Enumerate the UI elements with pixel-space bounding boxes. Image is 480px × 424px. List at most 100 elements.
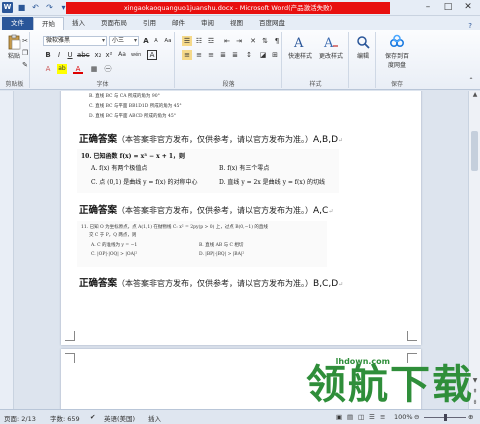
grow-font-button[interactable]: A bbox=[141, 36, 151, 46]
tab-page-layout[interactable]: 页面布局 bbox=[93, 17, 135, 30]
language-indicator[interactable]: 英语(美国) bbox=[104, 413, 135, 423]
editing-button[interactable]: 编辑 bbox=[352, 34, 374, 60]
baidu-netdisk-icon bbox=[389, 34, 405, 48]
font-name-combo[interactable]: 微软雅黑 bbox=[43, 36, 107, 46]
margin-corner bbox=[65, 331, 75, 341]
window-controls: – □ ✕ bbox=[418, 1, 478, 14]
draft-icon[interactable]: ≡ bbox=[380, 413, 385, 421]
window-title: xingaokaoquanguo1juanshu.docx - Microsof… bbox=[66, 2, 390, 14]
align-center-icon[interactable]: ≡ bbox=[194, 50, 204, 60]
decrease-indent-icon[interactable]: ⇤ bbox=[222, 36, 232, 46]
align-right-icon[interactable]: ≡ bbox=[206, 50, 216, 60]
ribbon-tabs: 文件 开始 插入 页面布局 引用 邮件 审阅 视图 百度网盘 ? bbox=[0, 16, 480, 30]
collapse-ribbon-icon[interactable]: ⌃ bbox=[466, 76, 476, 86]
clear-format-button[interactable]: Aa bbox=[117, 50, 127, 60]
question-option: A. f(x) 有两个极值点 bbox=[91, 165, 148, 172]
tab-references[interactable]: 引用 bbox=[135, 17, 164, 30]
multilevel-list-icon[interactable]: ☲ bbox=[206, 36, 216, 46]
tab-mailings[interactable]: 邮件 bbox=[164, 17, 193, 30]
sort-icon[interactable]: ⇅ bbox=[260, 36, 270, 46]
question-option: D. |BP|·|BQ| > |BA|² bbox=[199, 252, 245, 257]
zoom-in-icon[interactable]: ⊕ bbox=[468, 413, 473, 421]
save-to-netdisk-button[interactable]: 保存到百 度网盘 bbox=[379, 34, 415, 69]
tab-view[interactable]: 视图 bbox=[222, 17, 251, 30]
cut-icon[interactable]: ✂ bbox=[20, 36, 30, 46]
help-icon[interactable]: ? bbox=[468, 22, 472, 30]
insert-mode[interactable]: 插入 bbox=[148, 413, 161, 423]
option-line: C. 直线 BC 与平面 BB1D1D 所成的角为 45° bbox=[89, 104, 182, 109]
status-bar: 页面: 2/13 字数: 659 ✔ 英语(美国) 插入 ▣ ▤ ◫ ☰ ≡ 1… bbox=[0, 409, 480, 424]
distributed-icon[interactable]: ≣ bbox=[230, 50, 240, 60]
tab-file[interactable]: 文件 bbox=[2, 17, 33, 30]
line-spacing-icon[interactable]: ↕ bbox=[244, 50, 254, 60]
svg-text:A: A bbox=[293, 36, 304, 50]
quick-access-toolbar: W ■ ↶ ↷ ▾ bbox=[2, 2, 69, 13]
highlight-button[interactable]: ab bbox=[57, 64, 67, 74]
italic-button[interactable]: I bbox=[54, 50, 64, 60]
answer-note: （本答案非官方发布，仅供参考，请以官方发布为准。） bbox=[117, 279, 314, 288]
strikethrough-icon[interactable]: abc bbox=[77, 50, 90, 60]
zoom-out-icon[interactable]: ⊖ bbox=[414, 413, 419, 421]
save-icon[interactable]: ■ bbox=[16, 2, 27, 13]
phonetic-guide-button[interactable]: wén bbox=[131, 50, 141, 60]
quick-styles-button[interactable]: A 快速样式 bbox=[285, 34, 315, 60]
show-marks-icon[interactable]: ¶ bbox=[272, 36, 282, 46]
web-layout-icon[interactable]: ◫ bbox=[358, 413, 364, 421]
zoom-slider-knob[interactable] bbox=[444, 414, 447, 421]
styles-group: A 快速样式 A 更改样式 样式 bbox=[283, 32, 349, 88]
numbering-icon[interactable]: ☷ bbox=[194, 36, 204, 46]
borders-icon[interactable]: ⊞ bbox=[270, 50, 280, 60]
answer-value: A,C bbox=[313, 206, 329, 216]
word-count[interactable]: 字数: 659 bbox=[50, 413, 80, 423]
answer-prefix: 正确答案 bbox=[79, 278, 118, 289]
question-option: B. 直线 AB 与 C 相切 bbox=[199, 243, 244, 248]
find-icon bbox=[357, 36, 370, 49]
bullets-icon[interactable]: ☰ bbox=[182, 36, 192, 46]
scroll-thumb[interactable] bbox=[471, 131, 478, 171]
zoom-level[interactable]: 100% bbox=[394, 413, 413, 421]
answer-line: 正确答案（本答案非官方发布，仅供参考，请以官方发布为准。）A,C↵ bbox=[79, 202, 333, 216]
answer-line: 正确答案（本答案非官方发布，仅供参考，请以官方发布为准。）B,C,D↵ bbox=[79, 275, 343, 289]
shading-icon[interactable]: ◪ bbox=[258, 50, 268, 60]
question-option: D. 直线 y = 2x 是曲线 y = f(x) 的切线 bbox=[219, 179, 325, 186]
align-left-icon[interactable]: ≡ bbox=[182, 50, 192, 60]
outline-icon[interactable]: ☰ bbox=[369, 413, 375, 421]
maximize-icon[interactable]: □ bbox=[438, 1, 458, 14]
page-count[interactable]: 页面: 2/13 bbox=[4, 413, 36, 423]
justify-icon[interactable]: ≣ bbox=[218, 50, 228, 60]
font-size-combo[interactable]: 小三 bbox=[109, 36, 139, 46]
undo-icon[interactable]: ↶ bbox=[30, 2, 41, 13]
minimize-icon[interactable]: – bbox=[418, 1, 438, 14]
shrink-font-button[interactable]: A bbox=[151, 36, 161, 46]
watermark-logo: 领航下载 bbox=[306, 362, 474, 408]
change-case-button[interactable]: Aa bbox=[163, 36, 173, 46]
tab-insert[interactable]: 插入 bbox=[64, 17, 93, 30]
paragraph-mark: ↵ bbox=[338, 137, 344, 144]
scroll-up-icon[interactable]: ▲ bbox=[469, 91, 480, 101]
close-icon[interactable]: ✕ bbox=[458, 1, 478, 14]
full-screen-icon[interactable]: ▤ bbox=[347, 413, 353, 421]
redo-icon[interactable]: ↷ bbox=[44, 2, 55, 13]
character-border-button[interactable]: A bbox=[147, 50, 157, 60]
copy-icon[interactable]: ❐ bbox=[20, 48, 30, 58]
tab-baidu-netdisk[interactable]: 百度网盘 bbox=[251, 17, 293, 30]
increase-indent-icon[interactable]: ⇥ bbox=[234, 36, 244, 46]
chinese-layout-icon[interactable]: ✕ bbox=[248, 36, 258, 46]
tab-review[interactable]: 审阅 bbox=[193, 17, 222, 30]
paragraph-mark: ↵ bbox=[328, 208, 334, 215]
underline-button[interactable]: U bbox=[65, 50, 75, 60]
enclose-characters-icon[interactable]: ㊀ bbox=[103, 64, 113, 74]
bold-button[interactable]: B bbox=[43, 50, 53, 60]
text-effect-button[interactable]: A bbox=[43, 64, 53, 74]
character-shading-icon[interactable]: ▦ bbox=[89, 64, 99, 74]
word-icon[interactable]: W bbox=[2, 2, 13, 13]
proofing-icon[interactable]: ✔ bbox=[90, 413, 95, 421]
question-option: C. 点 (0,1) 是曲线 y = f(x) 的对称中心 bbox=[91, 179, 198, 186]
tab-home[interactable]: 开始 bbox=[33, 17, 64, 30]
font-color-button[interactable]: A bbox=[73, 64, 83, 74]
print-layout-icon[interactable]: ▣ bbox=[336, 413, 342, 421]
change-styles-button[interactable]: A 更改样式 bbox=[316, 34, 346, 60]
superscript-icon[interactable]: x² bbox=[104, 50, 114, 60]
subscript-icon[interactable]: x₂ bbox=[93, 50, 103, 60]
format-painter-icon[interactable]: ✎ bbox=[20, 60, 30, 70]
